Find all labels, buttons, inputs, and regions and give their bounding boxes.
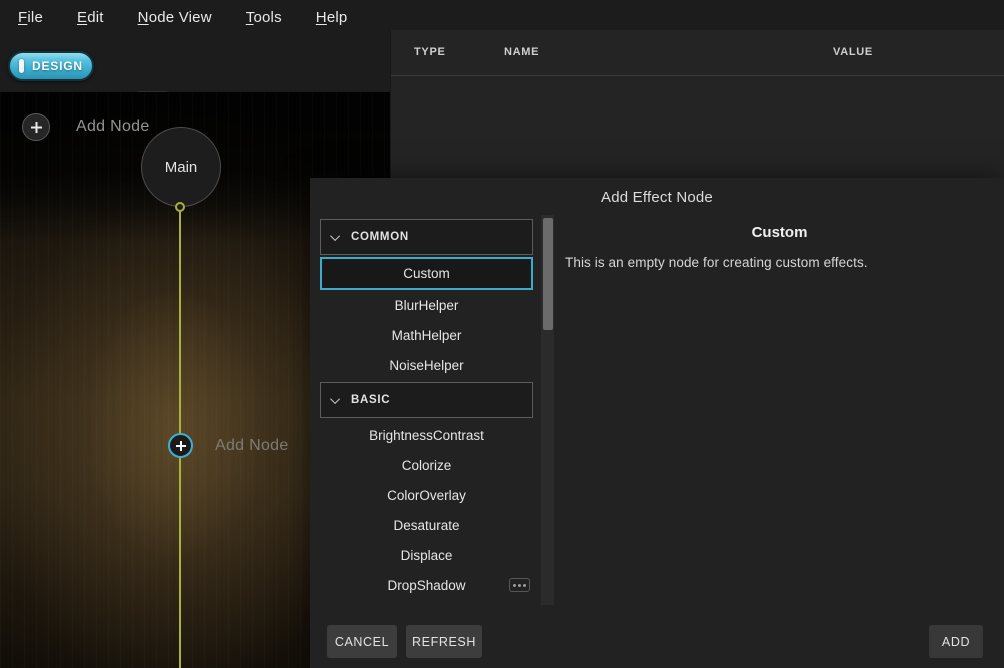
- menu-help-rest: elp: [327, 9, 348, 26]
- list-item-label: BrightnessContrast: [369, 428, 484, 443]
- main-node-label: Main: [165, 159, 198, 176]
- list-item-label: Colorize: [402, 458, 452, 473]
- menu-node-view[interactable]: Node View: [138, 9, 212, 26]
- menu-tools-rest: ools: [253, 9, 281, 26]
- list-item-noisehelper[interactable]: NoiseHelper: [320, 350, 533, 380]
- menu-edit-mnemonic: E: [77, 9, 87, 26]
- list-item-label: NoiseHelper: [389, 358, 463, 373]
- scrollbar-thumb[interactable]: [543, 218, 553, 330]
- list-item-label: DropShadow: [387, 578, 465, 593]
- chevron-down-icon: [330, 394, 340, 404]
- list-item-colorize[interactable]: Colorize: [320, 450, 533, 480]
- cancel-button[interactable]: CANCEL: [327, 625, 397, 658]
- effect-list: COMMON Custom BlurHelper MathHelper Nois…: [320, 219, 533, 602]
- section-header-basic[interactable]: BASIC: [320, 382, 533, 418]
- chevron-down-icon: [330, 231, 340, 241]
- dialog-title: Add Effect Node: [310, 189, 1004, 206]
- list-item-blurhelper[interactable]: BlurHelper: [320, 290, 533, 320]
- properties-header: TYPE NAME VALUE: [391, 30, 1004, 76]
- design-toolbar: DESIGN: [0, 38, 390, 92]
- menu-file-mnemonic: F: [18, 9, 27, 26]
- list-item-dropshadow[interactable]: DropShadow: [320, 570, 533, 600]
- list-item-displace[interactable]: Displace: [320, 540, 533, 570]
- menu-help-mnemonic: H: [316, 9, 327, 26]
- list-item-label: MathHelper: [392, 328, 462, 343]
- list-item-desaturate[interactable]: Desaturate: [320, 510, 533, 540]
- section-label: COMMON: [351, 231, 409, 243]
- column-type: TYPE: [414, 46, 446, 58]
- column-name: NAME: [504, 46, 539, 58]
- menu-help[interactable]: Help: [316, 9, 348, 26]
- node-output-port[interactable]: [175, 202, 185, 212]
- column-value: VALUE: [833, 46, 873, 58]
- list-item-label: BlurHelper: [395, 298, 459, 313]
- list-item-label: Custom: [403, 266, 450, 281]
- add-button[interactable]: ADD: [929, 625, 983, 658]
- list-item-label: Desaturate: [393, 518, 459, 533]
- add-node-button-inline[interactable]: Add Node: [168, 433, 289, 458]
- list-item-coloroverlay[interactable]: ColorOverlay: [320, 480, 533, 510]
- refresh-button[interactable]: REFRESH: [406, 625, 482, 658]
- menu-edit-rest: dit: [87, 9, 103, 26]
- list-item-label: ColorOverlay: [387, 488, 466, 503]
- list-item-label: Displace: [401, 548, 453, 563]
- add-effect-node-dialog: Add Effect Node COMMON Custom BlurHelper…: [310, 178, 1004, 668]
- main-node[interactable]: Main: [141, 127, 221, 207]
- section-label: BASIC: [351, 394, 390, 406]
- add-node-label: Add Node: [215, 437, 289, 455]
- list-item-mathhelper[interactable]: MathHelper: [320, 320, 533, 350]
- effect-list-scrollbar[interactable]: [541, 215, 554, 605]
- toggle-indicator-icon: [19, 59, 24, 73]
- add-node-label: Add Node: [76, 118, 150, 136]
- common-items: Custom BlurHelper MathHelper NoiseHelper: [320, 257, 533, 380]
- menu-node-view-mnemonic: N: [138, 9, 149, 26]
- basic-items: BrightnessContrast Colorize ColorOverlay…: [320, 420, 533, 600]
- add-node-button-top[interactable]: Add Node: [22, 113, 150, 141]
- menu-tools[interactable]: Tools: [246, 9, 282, 26]
- design-label: DESIGN: [32, 59, 83, 73]
- menu-edit[interactable]: Edit: [77, 9, 104, 26]
- section-header-common[interactable]: COMMON: [320, 219, 533, 255]
- menu-file-rest: ile: [27, 9, 43, 26]
- effect-detail-description: This is an empty node for creating custo…: [565, 255, 995, 270]
- effect-detail-heading: Custom: [555, 224, 1004, 241]
- plus-icon[interactable]: [168, 433, 193, 458]
- header-divider: [391, 75, 1004, 76]
- plus-icon[interactable]: [22, 113, 50, 141]
- menu-file[interactable]: File: [18, 9, 43, 26]
- list-item-brightnesscontrast[interactable]: BrightnessContrast: [320, 420, 533, 450]
- menu-node-view-rest: ode View: [149, 9, 212, 26]
- list-item-custom[interactable]: Custom: [320, 257, 533, 290]
- ellipsis-icon[interactable]: [509, 578, 530, 592]
- design-mode-toggle[interactable]: DESIGN: [8, 51, 94, 81]
